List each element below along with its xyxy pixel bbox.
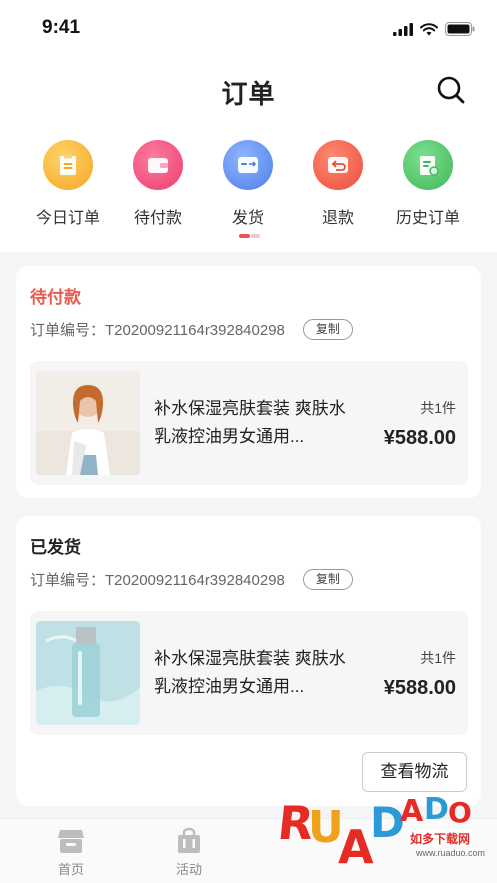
wifi-icon [420, 22, 438, 35]
history-order-icon [403, 140, 453, 190]
category-label: 发货 [231, 210, 264, 227]
home-store-icon [56, 827, 86, 855]
watermark-logo: R U A D A D O 如多下载网 www.ruaduo.com [275, 792, 486, 874]
page-indicator [239, 234, 261, 238]
status-icons [393, 22, 475, 36]
search-icon [437, 76, 465, 104]
watermark-text: 如多下载网 [408, 830, 473, 847]
category-pending-payment[interactable]: 待付款 [113, 140, 203, 228]
search-button[interactable] [435, 74, 467, 106]
product-item[interactable]: 补水保湿亮肤套装 爽肤水乳液控油男女通用... 共1件 ¥588.00 [30, 361, 468, 485]
product-quantity: 共1件 [420, 650, 456, 666]
order-number: 订单编号：T20200921164r392840298 [30, 572, 285, 589]
nav-bar: 订单 [0, 62, 497, 118]
product-name: 补水保湿亮肤套装 爽肤水乳液控油男女通用... [154, 649, 346, 696]
product-image [36, 371, 140, 475]
category-shipping[interactable]: 发货 [203, 140, 293, 228]
copy-button[interactable]: 复制 [302, 569, 353, 590]
product-price: ¥588.00 [383, 677, 456, 699]
order-number-row: 订单编号：T20200921164r392840298 复制 [30, 319, 353, 340]
activity-bag-icon [174, 827, 204, 855]
order-number-row: 订单编号：T20200921164r392840298 复制 [30, 569, 353, 590]
product-price: ¥588.00 [383, 427, 456, 449]
status-time: 9:41 [42, 17, 81, 38]
today-order-icon [43, 140, 93, 190]
tab-home[interactable]: 首页 [41, 827, 101, 878]
category-history-orders[interactable]: 历史订单 [383, 140, 473, 228]
category-row: 今日订单 待付款 发货 退款 历史订单 [0, 140, 497, 230]
shipping-icon [223, 140, 273, 190]
battery-icon [445, 22, 475, 36]
wallet-icon [133, 140, 183, 190]
category-label: 历史订单 [395, 210, 460, 227]
status-bar: 9:41 [0, 0, 497, 56]
top-panel: 9:41 订单 今日订单 待付款 发货 退款 历史订单 [0, 0, 497, 252]
product-item[interactable]: 补水保湿亮肤套装 爽肤水乳液控油男女通用... 共1件 ¥588.00 [30, 611, 468, 735]
signal-icon [393, 22, 413, 36]
order-card[interactable]: 待付款 订单编号：T20200921164r392840298 复制 补水保湿亮… [16, 266, 481, 498]
page-title: 订单 [221, 79, 276, 109]
product-image [36, 621, 140, 725]
order-number: 订单编号：T20200921164r392840298 [30, 322, 285, 339]
tab-activity[interactable]: 活动 [159, 827, 219, 878]
category-today-orders[interactable]: 今日订单 [23, 140, 113, 228]
order-status: 已发货 [30, 538, 81, 557]
view-logistics-button[interactable]: 查看物流 [362, 752, 467, 792]
category-label: 待付款 [133, 210, 182, 227]
tab-label: 首页 [57, 862, 84, 877]
refund-icon [313, 140, 363, 190]
category-label: 退款 [321, 210, 354, 227]
product-name: 补水保湿亮肤套装 爽肤水乳液控油男女通用... [154, 399, 346, 446]
copy-button[interactable]: 复制 [302, 319, 353, 340]
category-refund[interactable]: 退款 [293, 140, 383, 228]
tab-label: 活动 [175, 862, 202, 877]
order-status: 待付款 [30, 288, 81, 307]
order-card[interactable]: 已发货 订单编号：T20200921164r392840298 复制 补水保湿亮… [16, 516, 481, 806]
category-label: 今日订单 [35, 210, 100, 227]
product-quantity: 共1件 [420, 400, 456, 416]
watermark-url: www.ruaduo.com [416, 848, 486, 858]
